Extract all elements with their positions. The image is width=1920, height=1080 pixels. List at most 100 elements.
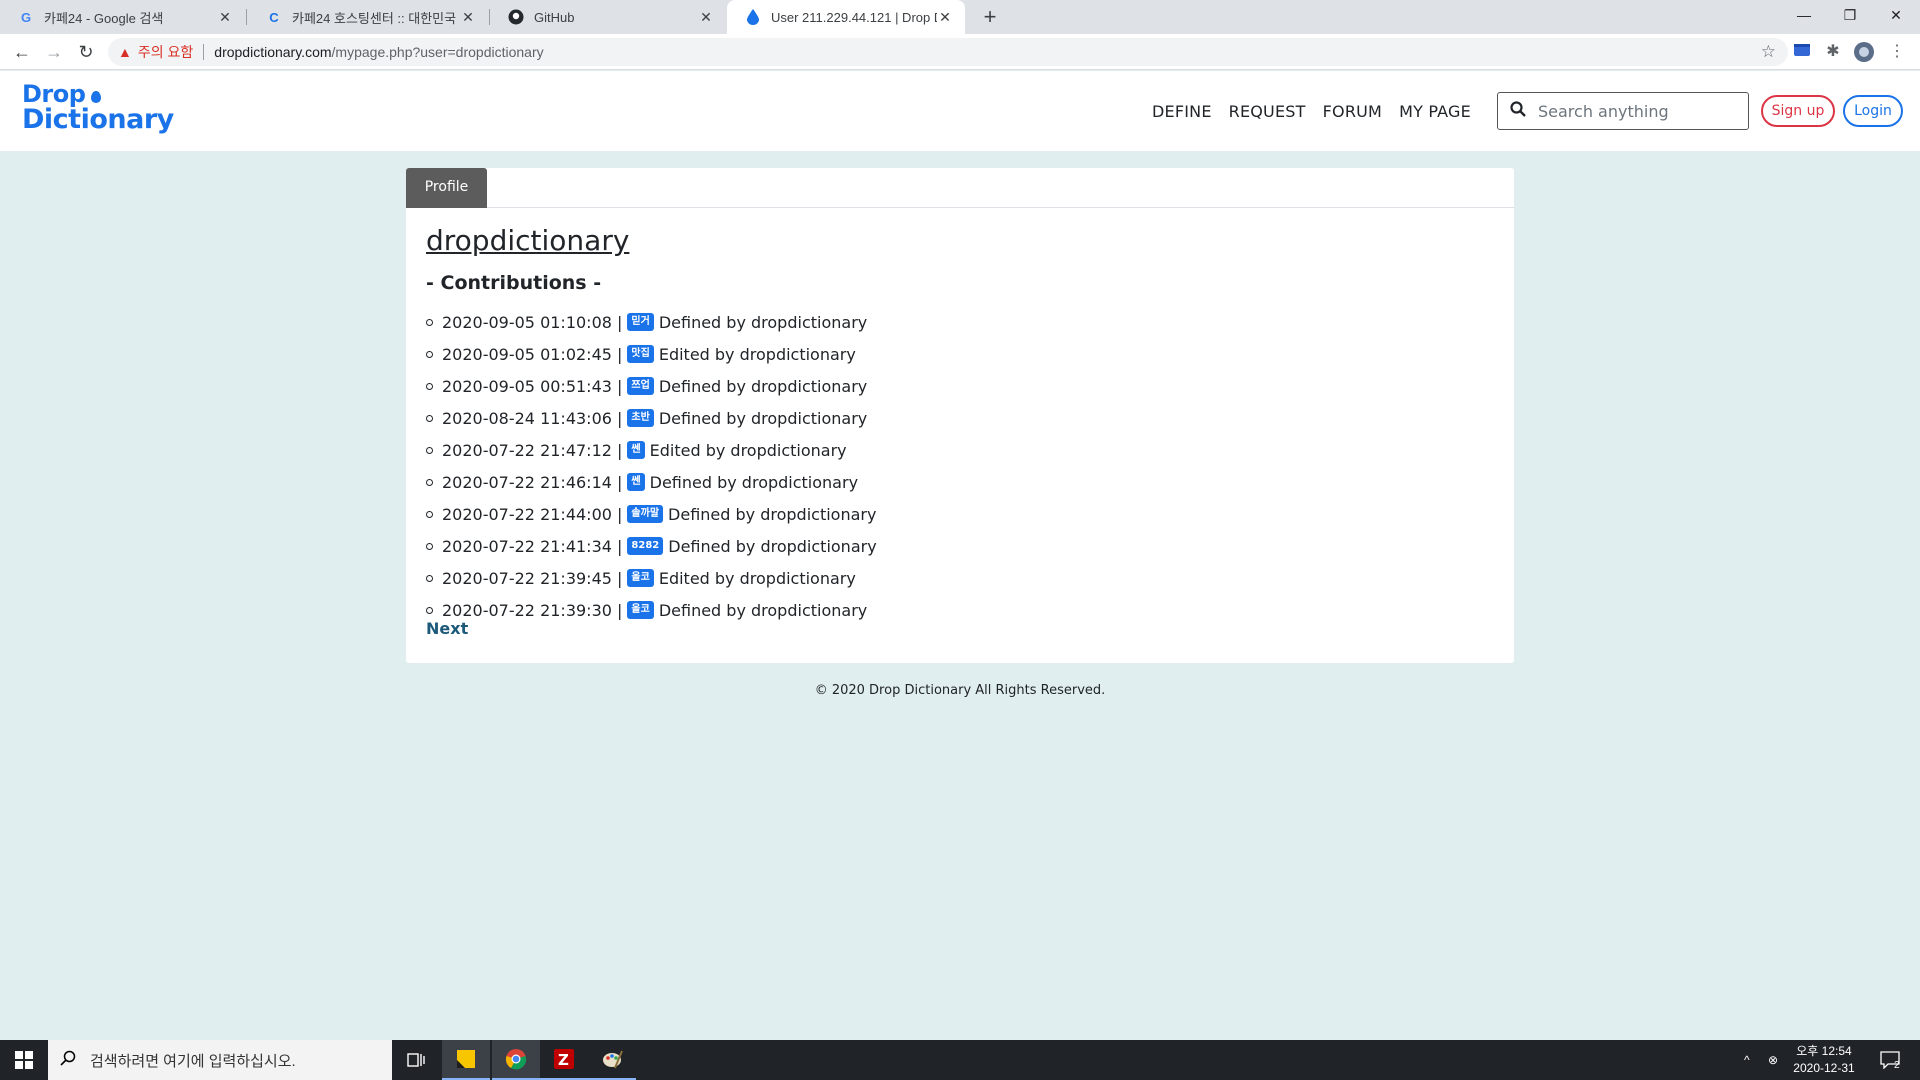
- close-window-icon[interactable]: ✕: [1873, 0, 1919, 30]
- tray-chevron-up-icon[interactable]: ^: [1744, 1040, 1750, 1080]
- puzzle-icon[interactable]: ✱: [1823, 42, 1843, 62]
- bookmark-star-icon[interactable]: ☆: [1761, 42, 1776, 62]
- address-bar[interactable]: ▲ 주의 요함 dropdictionary.com/mypage.php?us…: [108, 38, 1788, 66]
- word-badge[interactable]: 쎈: [627, 441, 645, 459]
- clock-date: 2020-12-31: [1793, 1061, 1855, 1075]
- bullet-icon: [426, 510, 433, 518]
- notification-center-icon[interactable]: 2: [1880, 1040, 1900, 1080]
- bullet-icon: [426, 414, 433, 422]
- close-icon[interactable]: ✕: [460, 9, 476, 26]
- word-badge[interactable]: 올코: [627, 601, 654, 619]
- browser-tab-google[interactable]: G 카페24 - Google 검색 ✕: [0, 0, 245, 34]
- task-view-icon[interactable]: [392, 1040, 440, 1080]
- site-logo[interactable]: Drop Dictionary: [22, 81, 174, 133]
- menu-kebab-icon[interactable]: ⋮: [1887, 42, 1907, 62]
- contribution-action: Defined by dropdictionary: [658, 312, 868, 332]
- word-badge[interactable]: 쎈: [627, 473, 645, 491]
- separator: |: [617, 504, 623, 524]
- browser-tab-github[interactable]: GitHub ✕: [490, 0, 726, 34]
- contribution-timestamp: 2020-09-05 00:51:43: [442, 376, 612, 396]
- contribution-action: Edited by dropdictionary: [658, 344, 856, 364]
- nav-define[interactable]: DEFINE: [1152, 102, 1212, 121]
- contribution-timestamp: 2020-07-22 21:41:34: [442, 536, 612, 556]
- contribution-timestamp: 2020-07-22 21:44:00: [442, 504, 612, 524]
- list-item: 2020-07-22 21:44:00 | 솔까말 Defined by dro…: [426, 498, 877, 530]
- taskbar-clock[interactable]: 오후 12:54 2020-12-31: [1784, 1043, 1864, 1077]
- url-path: /mypage.php?user=dropdictionary: [331, 44, 544, 60]
- close-icon[interactable]: ✕: [217, 9, 233, 26]
- main-nav: DEFINE REQUEST FORUM MY PAGE: [1152, 71, 1488, 151]
- browser-toolbar: ← → ↻ ▲ 주의 요함 dropdictionary.com/mypage.…: [0, 34, 1920, 70]
- nav-request[interactable]: REQUEST: [1229, 102, 1306, 121]
- forward-icon[interactable]: →: [42, 40, 66, 64]
- separator: |: [617, 344, 623, 364]
- contribution-timestamp: 2020-07-22 21:47:12: [442, 440, 612, 460]
- tray-status-icon[interactable]: ⊗: [1768, 1040, 1778, 1080]
- word-badge[interactable]: 초반: [627, 409, 654, 427]
- browser-tab-cafe24[interactable]: C 카페24 호스팅센터 :: 대한민국 N ✕: [248, 0, 488, 34]
- chrome-icon[interactable]: [492, 1040, 540, 1080]
- list-item: 2020-07-22 21:39:45 | 올코 Edited by dropd…: [426, 562, 877, 594]
- word-badge[interactable]: 믿거: [627, 313, 654, 331]
- google-icon: G: [20, 9, 32, 25]
- login-button[interactable]: Login: [1843, 95, 1903, 127]
- contribution-timestamp: 2020-09-05 01:10:08: [442, 312, 612, 332]
- separator: |: [617, 536, 623, 556]
- contribution-timestamp: 2020-09-05 01:02:45: [442, 344, 612, 364]
- back-icon[interactable]: ←: [10, 40, 34, 64]
- security-warning[interactable]: 주의 요함: [138, 42, 193, 62]
- search-input[interactable]: [1538, 101, 1738, 121]
- bullet-icon: [426, 350, 433, 358]
- word-badge[interactable]: 올코: [627, 569, 654, 587]
- reload-icon[interactable]: ↻: [74, 40, 98, 64]
- separator: |: [617, 376, 623, 396]
- new-tab-button[interactable]: +: [976, 4, 1004, 30]
- word-badge[interactable]: 쯔업: [627, 377, 654, 395]
- contribution-action: Defined by dropdictionary: [649, 472, 859, 492]
- tab-divider: [246, 9, 247, 25]
- word-badge[interactable]: 맛집: [627, 345, 654, 363]
- site-header: Drop Dictionary DEFINE REQUEST FORUM MY …: [0, 71, 1920, 151]
- paint-app-icon[interactable]: [588, 1040, 636, 1080]
- close-icon[interactable]: ✕: [698, 9, 714, 26]
- signup-button[interactable]: Sign up: [1761, 95, 1835, 127]
- extension-icon[interactable]: [1792, 42, 1812, 62]
- contribution-timestamp: 2020-07-22 21:39:30: [442, 600, 612, 620]
- list-item: 2020-07-22 21:41:34 | 8282 Defined by dr…: [426, 530, 877, 562]
- url-host: dropdictionary.com: [214, 44, 332, 60]
- profile-avatar[interactable]: [1854, 42, 1874, 62]
- bullet-icon: [426, 382, 433, 390]
- sticky-notes-icon[interactable]: [442, 1040, 490, 1080]
- bullet-icon: [426, 542, 433, 550]
- contribution-action: Defined by dropdictionary: [668, 536, 877, 556]
- contribution-action: Defined by dropdictionary: [658, 600, 868, 620]
- word-badge[interactable]: 솔까말: [627, 505, 664, 523]
- close-icon[interactable]: ✕: [937, 9, 953, 26]
- filezilla-icon[interactable]: Z: [540, 1040, 588, 1080]
- contributions-title: - Contributions -: [426, 272, 602, 294]
- logo-line2: Dictionary: [22, 104, 174, 135]
- separator: |: [617, 568, 623, 588]
- word-badge[interactable]: 8282: [627, 537, 664, 555]
- contribution-action: Defined by dropdictionary: [658, 376, 868, 396]
- contribution-action: Edited by dropdictionary: [658, 568, 856, 588]
- contribution-action: Edited by dropdictionary: [649, 440, 847, 460]
- nav-forum[interactable]: FORUM: [1323, 102, 1382, 121]
- search-icon[interactable]: [1510, 100, 1526, 122]
- browser-tab-drop-dictionary[interactable]: User 211.229.44.121 | Drop Dict ✕: [727, 0, 965, 34]
- list-item: 2020-08-24 11:43:06 | 초반 Defined by drop…: [426, 402, 877, 434]
- clock-time: 오후 12:54: [1796, 1044, 1852, 1058]
- windows-start-button[interactable]: [0, 1040, 48, 1080]
- taskbar-search-placeholder: 검색하려면 여기에 입력하십시오.: [90, 1052, 296, 1070]
- tab-profile[interactable]: Profile: [406, 168, 487, 208]
- nav-my-page[interactable]: MY PAGE: [1399, 102, 1471, 121]
- windows-logo-icon: [15, 1051, 33, 1069]
- taskbar-search[interactable]: 검색하려면 여기에 입력하십시오.: [48, 1040, 392, 1080]
- next-page-link[interactable]: Next: [426, 619, 468, 638]
- github-icon: [508, 9, 524, 25]
- svg-text:Z: Z: [558, 1051, 569, 1069]
- restore-icon[interactable]: ❐: [1827, 0, 1873, 30]
- username-link[interactable]: dropdictionary: [426, 224, 629, 257]
- minimize-icon[interactable]: —: [1781, 0, 1827, 30]
- list-item: 2020-09-05 00:51:43 | 쯔업 Defined by drop…: [426, 370, 877, 402]
